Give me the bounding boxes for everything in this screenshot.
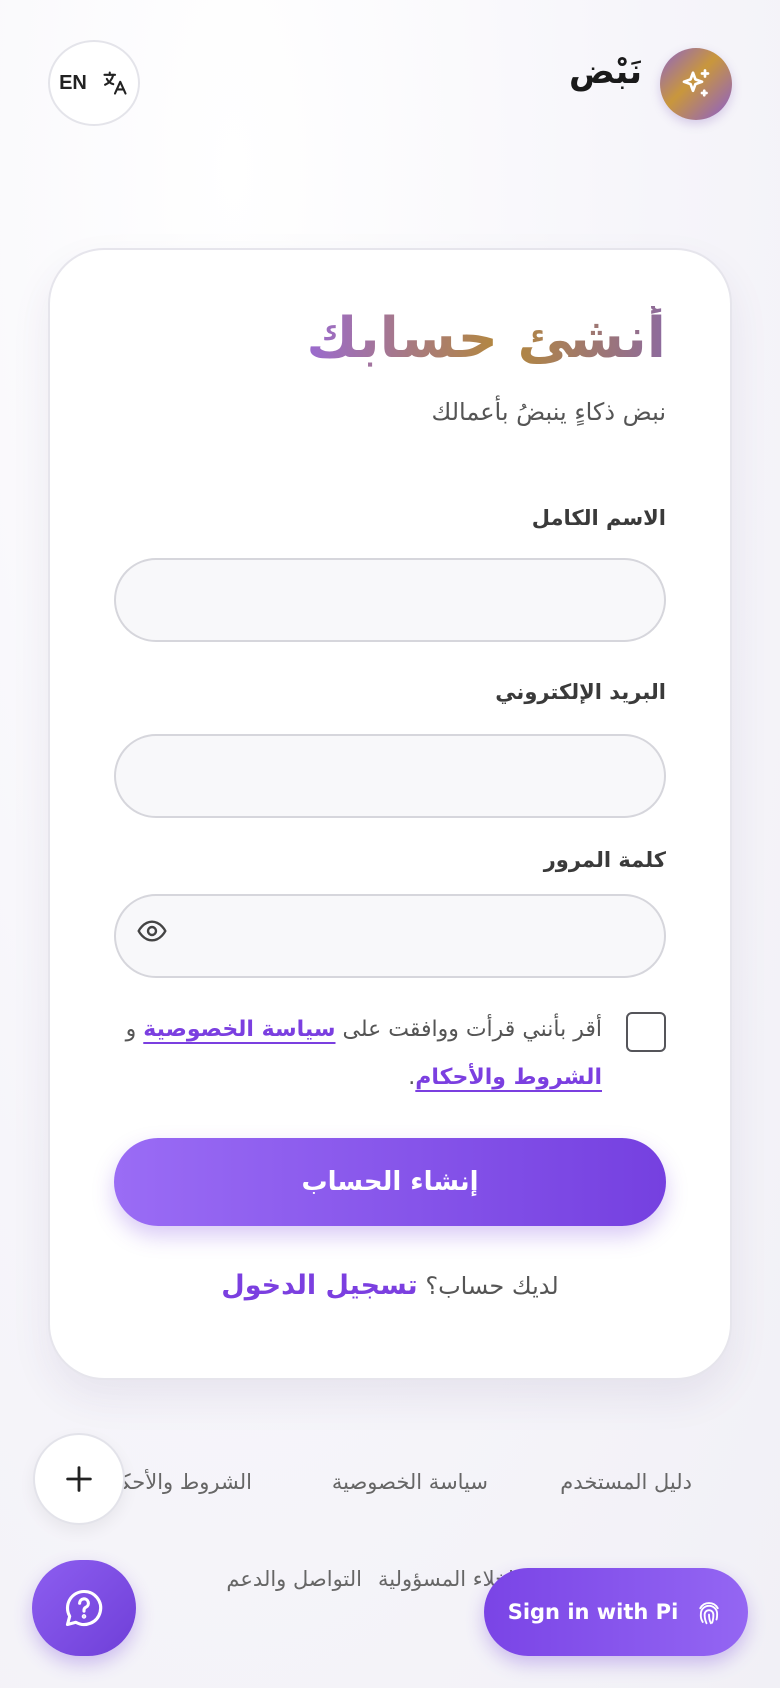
terms-text: أقر بأنني قرأت ووافقت على سياسة الخصوصية… (102, 1006, 602, 1102)
create-account-button[interactable]: إنشاء الحساب (114, 1138, 666, 1226)
full-name-input[interactable] (114, 558, 666, 642)
password-input[interactable] (114, 894, 666, 978)
sparkles-icon (682, 69, 710, 97)
password-visibility-toggle[interactable] (134, 913, 170, 949)
terms-and: و (125, 1017, 137, 1042)
card-subtitle: نبض ذكاءٍ ينبضُ بأعمالك (431, 398, 666, 426)
language-toggle-button[interactable]: EN (48, 40, 140, 126)
footer-link-privacy[interactable]: سياسة الخصوصية (332, 1470, 488, 1494)
email-input[interactable] (114, 734, 666, 818)
brand-name: نَبْض (568, 52, 642, 92)
chat-question-icon (65, 1589, 103, 1627)
plus-icon (66, 1466, 92, 1492)
terms-conditions-link[interactable]: الشروط والأحكام (415, 1065, 602, 1090)
login-prompt: لديك حساب؟ تسجيل الدخول (50, 1270, 730, 1301)
privacy-policy-link[interactable]: سياسة الخصوصية (143, 1017, 335, 1042)
login-prompt-text: لديك حساب؟ (425, 1272, 559, 1300)
signup-page: EN نَبْض أنشئ حسابك نبض ذكاءٍ ينبضُ بأعم… (0, 0, 780, 1688)
fingerprint-icon (699, 1602, 719, 1625)
terms-prefix: أقر بأنني قرأت ووافقت على (342, 1017, 603, 1042)
help-button[interactable] (32, 1560, 136, 1656)
language-code: EN (59, 71, 87, 94)
card-title: أنشئ حسابك (306, 306, 666, 371)
login-link[interactable]: تسجيل الدخول (221, 1270, 417, 1301)
add-button[interactable] (33, 1433, 125, 1525)
password-label: كلمة المرور (543, 848, 666, 872)
full-name-label: الاسم الكامل (531, 506, 666, 530)
eye-icon (137, 920, 167, 942)
footer-link-contact[interactable]: التواصل والدعم (226, 1567, 362, 1591)
brand-logo (660, 48, 732, 120)
signup-card: أنشئ حسابك نبض ذكاءٍ ينبضُ بأعمالك الاسم… (48, 248, 732, 1380)
terms-checkbox[interactable] (626, 1012, 666, 1052)
pi-signin-button[interactable]: Sign in with Pi (484, 1568, 748, 1656)
translate-icon (103, 71, 127, 95)
pi-signin-label: Sign in with Pi (507, 1600, 679, 1624)
email-label: البريد الإلكتروني (495, 680, 666, 704)
footer-link-user-guide[interactable]: دليل المستخدم (560, 1470, 692, 1494)
